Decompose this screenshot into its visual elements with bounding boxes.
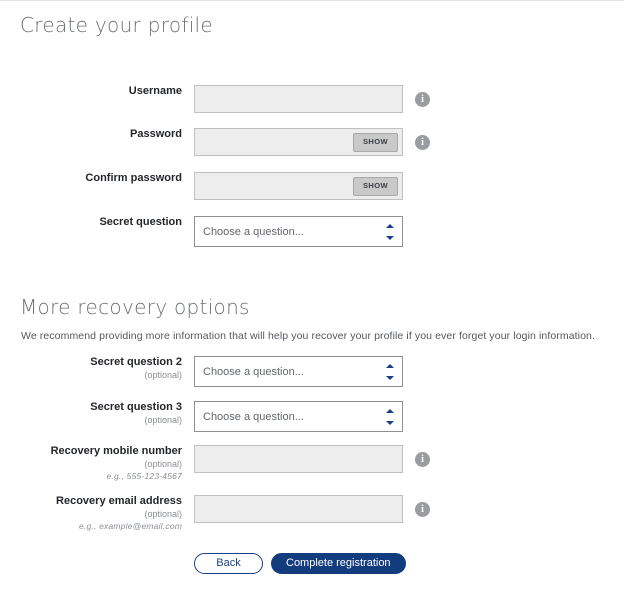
password-label-col: Password — [21, 128, 194, 141]
secret-question-3-label-col: Secret question 3 (optional) — [21, 401, 194, 426]
recovery-email-input-wrap — [194, 495, 403, 523]
form-row-secret-question-2: Secret question 2 (optional) Choose a qu… — [21, 356, 430, 387]
password-info-slot: i — [403, 128, 430, 156]
confirm-password-input-wrap: SHOW — [194, 172, 403, 200]
password-label: Password — [130, 128, 182, 140]
info-icon[interactable]: i — [415, 134, 430, 150]
recovery-mobile-hint: e.g., 555-123-4567 — [106, 471, 182, 481]
secret-question-3-info-slot — [403, 401, 430, 429]
secret-question-2-select[interactable]: Choose a question... — [194, 356, 403, 387]
username-label-col: Username — [21, 85, 194, 98]
secret-question-2-label-col: Secret question 2 (optional) — [21, 356, 194, 381]
recovery-mobile-input[interactable] — [194, 445, 403, 473]
secret-question-2-info-slot — [403, 356, 430, 384]
secret-question-3-select[interactable]: Choose a question... — [194, 401, 403, 432]
recovery-email-input[interactable] — [194, 495, 403, 523]
secret-question-3-optional: (optional) — [144, 415, 182, 425]
secret-question-2-label: Secret question 2 — [90, 356, 182, 368]
username-label: Username — [128, 85, 182, 97]
secret-question-info-slot — [403, 216, 430, 244]
back-button[interactable]: Back — [194, 553, 263, 574]
info-icon[interactable]: i — [415, 501, 430, 517]
recovery-mobile-input-wrap — [194, 445, 403, 473]
password-show-button[interactable]: SHOW — [353, 133, 398, 152]
complete-registration-button[interactable]: Complete registration — [271, 553, 406, 574]
info-icon[interactable]: i — [415, 91, 430, 107]
secret-question-select[interactable]: Choose a question... — [194, 216, 403, 247]
form-row-password: Password SHOW i — [21, 128, 430, 156]
secret-question-3-selected-value: Choose a question... — [203, 410, 304, 423]
secret-question-2-select-wrap: Choose a question... — [194, 356, 403, 387]
password-input-wrap: SHOW — [194, 128, 403, 156]
secret-question-3-select-wrap: Choose a question... — [194, 401, 403, 432]
secret-question-selected-value: Choose a question... — [203, 225, 304, 238]
form-row-confirm-password: Confirm password SHOW — [21, 172, 430, 200]
recovery-section-title: More recovery options — [20, 295, 250, 319]
recovery-email-info-slot: i — [403, 495, 430, 523]
form-row-recovery-email: Recovery email address (optional) e.g., … — [21, 495, 430, 532]
form-row-secret-question-3: Secret question 3 (optional) Choose a qu… — [21, 401, 430, 432]
secret-question-3-label: Secret question 3 — [90, 401, 182, 413]
secret-question-select-wrap: Choose a question... — [194, 216, 403, 247]
form-row-recovery-mobile: Recovery mobile number (optional) e.g., … — [21, 445, 430, 482]
secret-question-2-optional: (optional) — [144, 370, 182, 380]
recovery-section-description: We recommend providing more information … — [21, 330, 596, 342]
form-actions: Back Complete registration — [194, 553, 406, 574]
info-icon[interactable]: i — [415, 451, 430, 467]
confirm-password-show-button[interactable]: SHOW — [353, 177, 398, 196]
recovery-mobile-info-slot: i — [403, 445, 430, 473]
secret-question-2-selected-value: Choose a question... — [203, 365, 304, 378]
confirm-password-label-col: Confirm password — [21, 172, 194, 185]
secret-question-label-col: Secret question — [21, 216, 194, 229]
recovery-email-label-col: Recovery email address (optional) e.g., … — [21, 495, 194, 532]
recovery-mobile-label: Recovery mobile number — [50, 445, 182, 457]
recovery-email-hint: e.g., example@email.com — [79, 521, 182, 531]
page-title: Create your profile — [20, 13, 214, 37]
confirm-password-label: Confirm password — [85, 172, 182, 184]
recovery-mobile-label-col: Recovery mobile number (optional) e.g., … — [21, 445, 194, 482]
recovery-email-optional: (optional) — [144, 509, 182, 519]
form-row-username: Username i — [21, 85, 430, 113]
username-info-slot: i — [403, 85, 430, 113]
username-input-wrap — [194, 85, 403, 113]
confirm-password-info-slot — [403, 172, 430, 200]
recovery-email-label: Recovery email address — [56, 495, 182, 507]
secret-question-label: Secret question — [99, 216, 182, 228]
form-row-secret-question: Secret question Choose a question... — [21, 216, 430, 247]
recovery-mobile-optional: (optional) — [144, 459, 182, 469]
username-input[interactable] — [194, 85, 403, 113]
